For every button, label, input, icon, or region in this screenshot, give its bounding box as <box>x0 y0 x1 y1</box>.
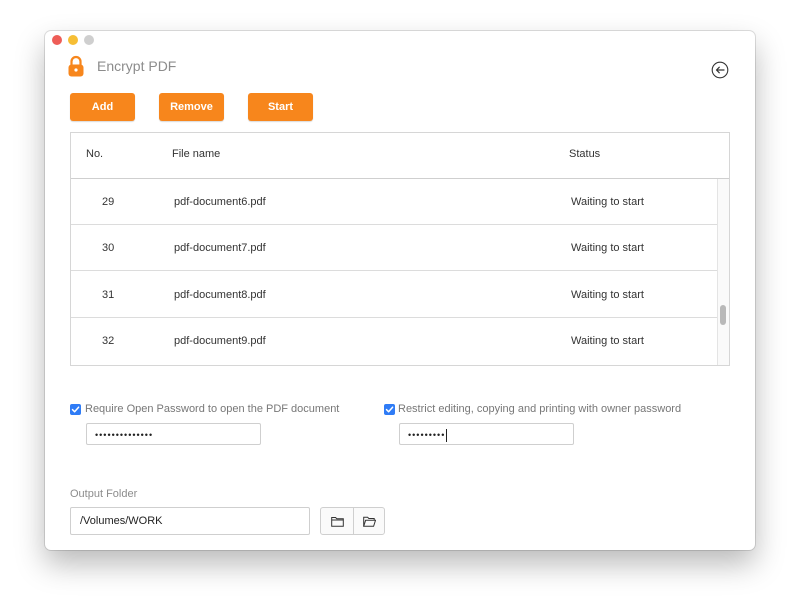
open-password-checkbox[interactable] <box>70 404 81 415</box>
row-file-name: pdf-document7.pdf <box>174 242 266 254</box>
scrollbar-thumb[interactable] <box>720 305 726 325</box>
open-folder-button[interactable] <box>353 508 385 534</box>
add-button[interactable]: Add <box>70 93 135 121</box>
row-number: 29 <box>102 196 115 208</box>
row-file-name: pdf-document6.pdf <box>174 196 266 208</box>
row-number: 31 <box>102 289 115 301</box>
table-row[interactable]: 30 pdf-document7.pdf Waiting to start <box>71 225 717 271</box>
start-button[interactable]: Start <box>248 93 313 121</box>
text-cursor <box>446 429 448 443</box>
open-password-label[interactable]: Require Open Password to open the PDF do… <box>85 403 339 415</box>
table-row[interactable]: 32 pdf-document9.pdf Waiting to start <box>71 318 717 363</box>
window-close-button[interactable] <box>52 35 62 45</box>
file-table: No. File name Status 29 pdf-document6.pd… <box>70 132 730 366</box>
checkmark-icon <box>71 406 80 413</box>
open-password-field[interactable]: •••••••••••••• <box>86 423 261 445</box>
row-status: Waiting to start <box>571 242 644 254</box>
remove-button[interactable]: Remove <box>159 93 224 121</box>
open-folder-icon <box>363 516 376 527</box>
column-header-status[interactable]: Status <box>569 148 600 160</box>
encrypt-pdf-window: Encrypt PDF Add Remove Start No. File na… <box>45 31 755 550</box>
table-row[interactable]: 29 pdf-document6.pdf Waiting to start <box>71 179 717 225</box>
output-folder-label: Output Folder <box>70 488 138 500</box>
table-header: No. File name Status <box>71 133 729 179</box>
owner-password-field[interactable]: ••••••••• <box>399 423 574 445</box>
column-header-file-name[interactable]: File name <box>172 148 220 160</box>
choose-folder-button[interactable] <box>321 508 354 534</box>
row-file-name: pdf-document9.pdf <box>174 335 266 347</box>
window-maximize-button[interactable] <box>84 35 94 45</box>
window-minimize-button[interactable] <box>68 35 78 45</box>
row-file-name: pdf-document8.pdf <box>174 289 266 301</box>
open-password-value: •••••••••••••• <box>95 430 154 440</box>
lock-icon <box>68 55 84 77</box>
checkmark-icon <box>385 406 394 413</box>
back-arrow-icon[interactable] <box>711 61 729 79</box>
owner-password-label[interactable]: Restrict editing, copying and printing w… <box>398 403 681 415</box>
row-status: Waiting to start <box>571 335 644 347</box>
output-folder-input[interactable]: /Volumes/WORK <box>70 507 310 535</box>
owner-password-value: ••••••••• <box>408 430 446 440</box>
row-number: 30 <box>102 242 115 254</box>
row-number: 32 <box>102 335 115 347</box>
folder-icon <box>331 517 344 527</box>
window-title: Encrypt PDF <box>97 58 177 74</box>
row-status: Waiting to start <box>571 289 644 301</box>
row-status: Waiting to start <box>571 196 644 208</box>
table-scrollbar[interactable] <box>717 179 729 365</box>
column-header-no[interactable]: No. <box>86 148 103 160</box>
table-row[interactable]: 31 pdf-document8.pdf Waiting to start <box>71 272 717 318</box>
folder-button-group <box>320 507 385 535</box>
owner-password-checkbox[interactable] <box>384 404 395 415</box>
